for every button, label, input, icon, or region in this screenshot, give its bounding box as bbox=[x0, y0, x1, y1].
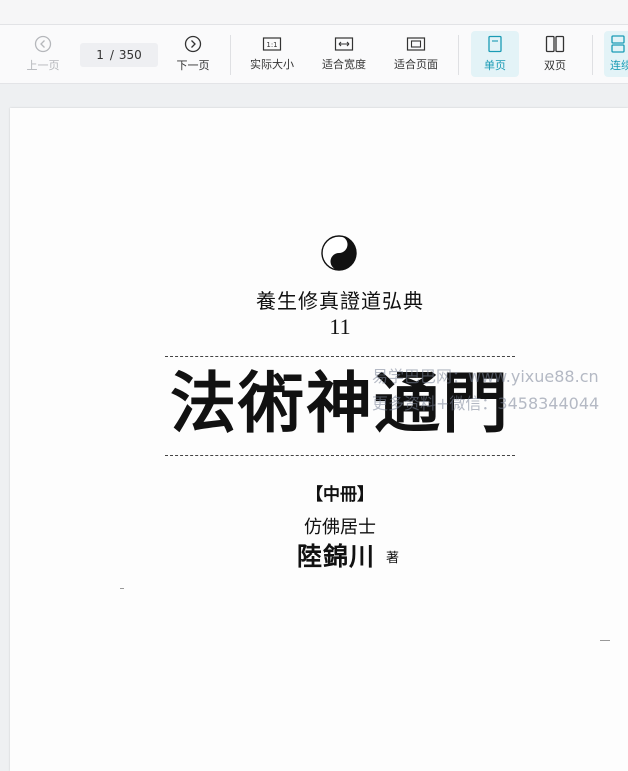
scan-speck bbox=[600, 640, 610, 641]
continuous-page-label: 连续 bbox=[610, 59, 628, 72]
fit-page-label: 适合页面 bbox=[394, 58, 438, 71]
author-name: 陸錦川 bbox=[297, 542, 376, 571]
watermark-line-2: 更多资料+微信：3458344044 bbox=[372, 394, 600, 413]
continuous-page-button[interactable]: 连续 bbox=[604, 31, 628, 77]
toolbar-divider bbox=[592, 35, 593, 75]
double-page-button[interactable]: 双页 bbox=[531, 25, 579, 83]
toolbar-divider bbox=[458, 35, 459, 75]
next-page-button[interactable]: 下一页 bbox=[172, 25, 214, 83]
double-page-label: 双页 bbox=[544, 59, 566, 72]
fit-width-label: 适合宽度 bbox=[322, 58, 366, 71]
double-page-icon bbox=[545, 35, 565, 53]
next-page-label: 下一页 bbox=[176, 59, 210, 72]
chevron-right-circle-icon bbox=[184, 35, 202, 53]
prev-page-label: 上一页 bbox=[26, 59, 60, 72]
author-pen-name: 仿佛居士 bbox=[304, 517, 376, 538]
fit-page-button[interactable]: 适合页面 bbox=[388, 25, 444, 83]
chevron-left-circle-icon bbox=[34, 35, 52, 53]
toolbar-divider bbox=[230, 35, 231, 75]
title-rule-top bbox=[165, 356, 515, 358]
fit-page-icon bbox=[406, 36, 426, 52]
single-page-label: 单页 bbox=[484, 59, 506, 72]
svg-text:1:1: 1:1 bbox=[266, 41, 277, 49]
scan-speck bbox=[120, 588, 124, 589]
series-title: 養生修真證道弘典 bbox=[256, 289, 424, 313]
page-number-input[interactable]: 1 / 350 bbox=[80, 43, 158, 67]
page-separator: / bbox=[109, 48, 114, 62]
one-to-one-icon: 1:1 bbox=[262, 36, 282, 52]
continuous-page-icon bbox=[610, 35, 626, 53]
single-page-icon bbox=[487, 35, 503, 53]
title-rule-bottom bbox=[165, 455, 515, 457]
fit-width-icon bbox=[334, 36, 354, 52]
author-suffix: 著 bbox=[386, 551, 400, 566]
single-page-button[interactable]: 单页 bbox=[471, 31, 519, 77]
actual-size-button[interactable]: 1:1 实际大小 bbox=[244, 25, 300, 83]
watermark-line-1: 易学巴巴网：www.yixue88.cn bbox=[372, 367, 599, 386]
total-page-count: 350 bbox=[118, 48, 142, 62]
yin-yang-icon bbox=[320, 234, 358, 276]
current-page-number: 1 bbox=[96, 48, 104, 62]
fit-width-button[interactable]: 适合宽度 bbox=[316, 25, 372, 83]
actual-size-label: 实际大小 bbox=[250, 58, 294, 71]
prev-page-button[interactable]: 上一页 bbox=[22, 25, 64, 83]
window-top-strip bbox=[0, 0, 628, 25]
series-number: 11 bbox=[329, 314, 351, 339]
volume-label: 【中冊】 bbox=[306, 485, 374, 505]
